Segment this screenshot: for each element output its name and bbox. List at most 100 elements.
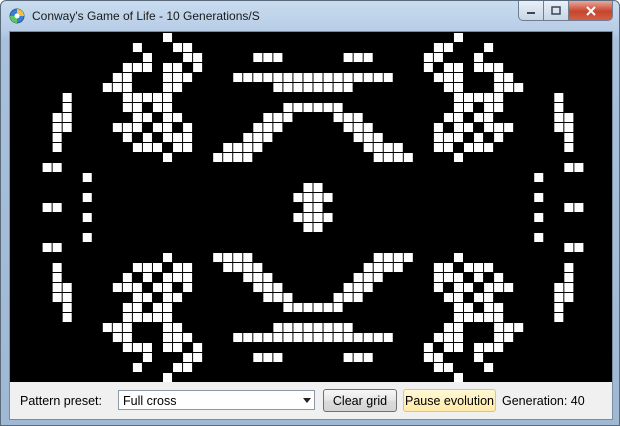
- live-cell: [564, 143, 574, 152]
- live-cell: [373, 263, 383, 272]
- live-cell: [163, 113, 173, 122]
- live-cell: [554, 123, 564, 132]
- live-cell: [323, 103, 333, 112]
- live-cell: [132, 343, 142, 352]
- control-bar: Pattern preset: Full cross Clear grid Pa…: [10, 382, 612, 419]
- live-cell: [343, 73, 353, 82]
- clear-grid-button[interactable]: Clear grid: [323, 389, 397, 412]
- live-cell: [474, 93, 484, 102]
- live-cell: [52, 243, 62, 252]
- live-cell: [293, 333, 303, 342]
- live-cell: [484, 363, 494, 372]
- live-cell: [373, 253, 383, 262]
- live-cell: [293, 73, 303, 82]
- cell-grid[interactable]: [10, 32, 612, 382]
- live-cell: [183, 363, 193, 372]
- live-cell: [333, 103, 343, 112]
- live-cell: [464, 303, 474, 312]
- live-cell: [62, 283, 72, 292]
- live-cell: [453, 273, 463, 282]
- app-window: Conway's Game of Life - 10 Generations/S…: [0, 0, 620, 426]
- live-cell: [433, 123, 443, 132]
- live-cell: [163, 93, 173, 102]
- live-cell: [313, 303, 323, 312]
- live-cell: [303, 303, 313, 312]
- close-button[interactable]: [569, 1, 613, 21]
- live-cell: [82, 233, 92, 242]
- live-cell: [464, 313, 474, 322]
- live-cell: [494, 273, 504, 282]
- live-cell: [484, 63, 494, 72]
- live-cell: [574, 203, 584, 212]
- live-cell: [173, 63, 183, 72]
- live-cell: [433, 353, 443, 362]
- live-cell: [494, 83, 504, 92]
- live-cell: [42, 243, 52, 252]
- live-cell: [353, 353, 363, 362]
- live-cell: [223, 143, 233, 152]
- live-cell: [173, 323, 183, 332]
- live-cell: [303, 73, 313, 82]
- live-cell: [183, 283, 193, 292]
- live-cell: [534, 193, 544, 202]
- live-cell: [443, 43, 453, 52]
- live-cell: [183, 273, 193, 282]
- live-cell: [423, 343, 433, 352]
- live-cell: [494, 63, 504, 72]
- live-cell: [474, 273, 484, 282]
- live-cell: [453, 303, 463, 312]
- live-cell: [484, 343, 494, 352]
- live-cell: [132, 263, 142, 272]
- live-cell: [474, 313, 484, 322]
- preset-selected-value: Full cross: [123, 394, 177, 408]
- live-cell: [253, 133, 263, 142]
- live-cell: [353, 53, 363, 62]
- live-cell: [453, 113, 463, 122]
- live-cell: [443, 333, 453, 342]
- live-cell: [52, 133, 62, 142]
- live-cell: [273, 83, 283, 92]
- live-cell: [323, 303, 333, 312]
- live-cell: [253, 263, 263, 272]
- live-cell: [453, 153, 463, 162]
- live-cell: [263, 283, 273, 292]
- live-cell: [564, 263, 574, 272]
- live-cell: [102, 323, 112, 332]
- live-cell: [303, 183, 313, 192]
- live-cell: [474, 53, 484, 62]
- live-cell: [152, 143, 162, 152]
- live-cell: [313, 193, 323, 202]
- live-cell: [554, 293, 564, 302]
- live-cell: [253, 353, 263, 362]
- title-bar[interactable]: Conway's Game of Life - 10 Generations/S: [1, 1, 619, 31]
- live-cell: [112, 283, 122, 292]
- live-cell: [484, 143, 494, 152]
- live-cell: [263, 333, 273, 342]
- live-cell: [263, 273, 273, 282]
- minimize-button[interactable]: [518, 1, 544, 21]
- preset-select[interactable]: Full cross: [118, 390, 315, 410]
- maximize-button[interactable]: [544, 1, 569, 21]
- live-cell: [62, 293, 72, 302]
- live-cell: [283, 73, 293, 82]
- live-cell: [273, 73, 283, 82]
- live-cell: [132, 283, 142, 292]
- life-board[interactable]: [10, 32, 612, 382]
- pause-evolution-button[interactable]: Pause evolution: [403, 389, 496, 412]
- live-cell: [443, 133, 453, 142]
- live-cell: [163, 133, 173, 142]
- live-cell: [353, 333, 363, 342]
- live-cell: [163, 73, 173, 82]
- live-cell: [163, 293, 173, 302]
- live-cell: [163, 33, 173, 42]
- live-cell: [142, 273, 152, 282]
- minimize-icon: [527, 11, 535, 14]
- live-cell: [142, 53, 152, 62]
- live-cell: [494, 313, 504, 322]
- live-cell: [333, 323, 343, 332]
- live-cell: [132, 303, 142, 312]
- live-cell: [564, 273, 574, 282]
- live-cell: [142, 343, 152, 352]
- live-cell: [363, 53, 373, 62]
- live-cell: [453, 333, 463, 342]
